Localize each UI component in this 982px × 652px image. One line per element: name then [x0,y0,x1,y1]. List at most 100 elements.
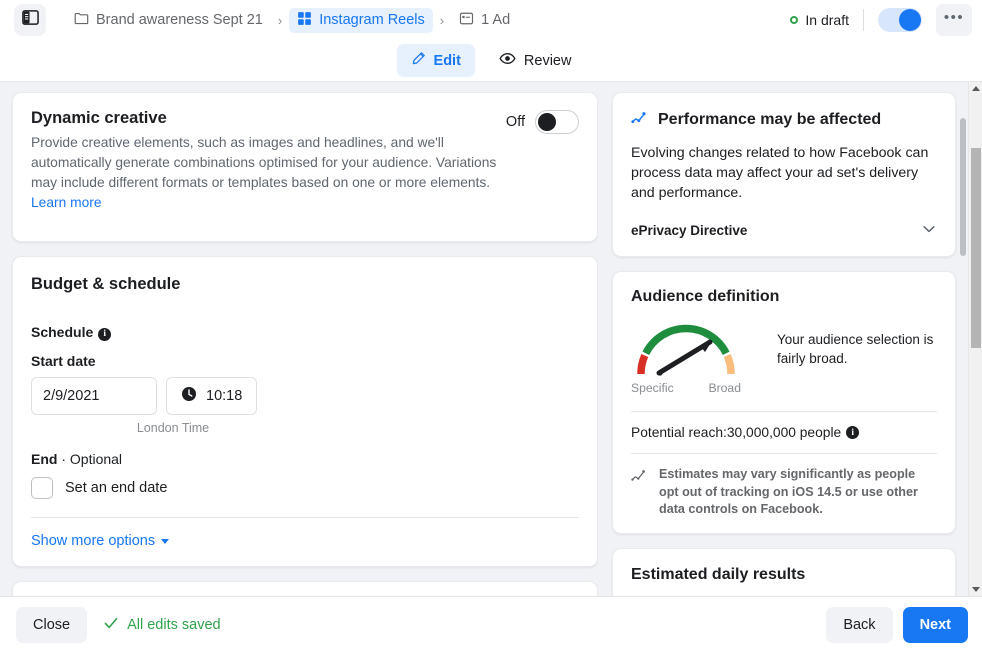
start-time-value: 10:18 [206,388,243,404]
estimated-daily-results-card: Estimated daily results [612,547,956,596]
ad-card-icon [459,11,474,30]
schedule-label: Schedule [31,324,94,340]
breadcrumb-item-campaign-label: Brand awareness Sept 21 [96,12,263,28]
show-more-options-button[interactable]: Show more options [31,533,170,549]
eprivacy-directive-label: ePrivacy Directive [631,223,748,238]
save-status-label: All edits saved [127,616,221,633]
clock-icon [181,386,197,406]
breadcrumb-item-ad[interactable]: 1 Ad [451,8,518,33]
breadcrumb-item-adset[interactable]: Instagram Reels [289,7,433,33]
breadcrumb-item-ad-label: 1 Ad [481,12,511,28]
top-bar: Brand awareness Sept 21 › Instagram Reel… [0,0,982,40]
grid-icon [297,11,312,30]
sidebar-panel-icon [21,9,39,31]
show-more-options-label: Show more options [31,533,156,549]
audience-card: Audience Define who you want to see your… [12,581,598,596]
footer-bar: Close All edits saved Back Next [0,596,982,652]
more-options-button[interactable]: ••• [936,4,972,36]
folder-icon [74,11,89,30]
performance-warning-body: Evolving changes related to how Facebook… [631,145,929,201]
chevron-down-icon [921,221,937,240]
tab-edit[interactable]: Edit [396,44,475,77]
schedule-info-icon[interactable]: i [98,327,112,341]
set-end-date-row[interactable]: Set an end date [31,477,579,499]
status-badge-label: In draft [805,12,849,28]
budget-schedule-card: Budget & schedule Schedule i Start date 2… [12,256,598,567]
tab-review[interactable]: Review [485,43,586,78]
performance-warning-title: Performance may be affected [658,111,882,128]
caret-down-icon [161,538,170,544]
eprivacy-directive-accordion[interactable]: ePrivacy Directive [631,221,937,240]
breadcrumb: Brand awareness Sept 21 › Instagram Reel… [66,7,518,33]
breadcrumb-separator: › [277,12,283,28]
divider [863,9,864,31]
tab-review-label: Review [523,52,572,69]
footer-actions: Back Next [826,606,968,643]
pencil-icon [411,51,426,70]
tab-edit-label: Edit [433,52,461,69]
status-dot-icon [790,16,799,24]
audience-definition-title: Audience definition [631,288,780,305]
view-tabs: Edit Review [0,40,982,82]
dynamic-creative-card: Dynamic creative Provide creative elemen… [12,92,598,242]
scroll-up-arrow-icon[interactable] [972,86,980,91]
dynamic-creative-learn-more-link[interactable]: Learn more [31,195,102,210]
status-badge: In draft [790,12,863,28]
adset-active-toggle[interactable] [878,8,922,32]
scroll-down-arrow-icon[interactable] [972,587,980,592]
left-column: Dynamic creative Provide creative elemen… [0,82,598,596]
estimated-daily-results-title: Estimated daily results [631,565,806,583]
divider [631,453,937,454]
dynamic-creative-toggle-label: Off [505,114,525,130]
next-button[interactable]: Next [902,606,968,643]
dynamic-creative-title: Dynamic creative [31,109,167,127]
breadcrumb-item-adset-label: Instagram Reels [319,12,425,28]
divider [31,517,579,518]
start-date-input[interactable]: 2/9/2021 [31,377,157,415]
dynamic-creative-description: Provide creative elements, such as image… [31,135,497,190]
breadcrumb-separator-2: › [439,12,445,28]
start-time-input[interactable]: 10:18 [166,377,258,415]
page-scrollbar-thumb[interactable] [971,148,981,348]
back-button[interactable]: Back [826,606,893,643]
more-options-icon: ••• [943,9,965,26]
divider [631,411,937,412]
potential-reach-info-icon[interactable]: i [846,426,860,439]
start-date-label: Start date [31,353,96,369]
line-chart-icon [631,466,649,489]
audience-definition-summary: Your audience selection is fairly broad. [777,332,934,366]
ads-manager-window: Brand awareness Sept 21 › Instagram Reel… [0,0,982,652]
main-content: Dynamic creative Provide creative elemen… [0,82,982,596]
potential-reach-label: Potential reach: [631,425,727,440]
sidebar-panel-toggle-button[interactable] [14,4,46,36]
timezone-note: London Time [136,421,210,435]
potential-reach-value: 30,000,000 people [726,425,842,440]
save-status: All edits saved [103,615,221,635]
audience-gauge: Specific Broad [631,316,741,395]
estimates-note-text: Estimates may vary significantly as peop… [659,467,918,516]
line-chart-icon [631,109,648,131]
set-end-date-checkbox[interactable] [31,477,53,499]
gauge-label-specific: Specific [631,381,674,395]
audience-definition-card: Audience definition Specific Broad Your … [612,271,956,534]
toggle-knob [899,9,921,31]
toggle-knob [538,113,556,131]
end-label: End [31,451,58,467]
right-column-scrollbar[interactable] [960,118,966,256]
budget-schedule-title: Budget & schedule [31,275,181,293]
dynamic-creative-toggle[interactable] [535,110,579,134]
performance-warning-card: Performance may be affected Evolving cha… [612,92,956,257]
set-end-date-label: Set an end date [65,480,168,496]
top-bar-right-controls: In draft ••• [790,4,972,36]
start-date-value: 2/9/2021 [43,388,100,404]
breadcrumb-item-campaign[interactable]: Brand awareness Sept 21 [66,8,271,33]
estimates-note: Estimates may vary significantly as peop… [631,466,937,519]
end-optional-label: · Optional [57,451,123,467]
eye-icon [499,50,516,71]
potential-reach: Potential reach: 30,000,000 people i [631,425,937,440]
page-scrollbar[interactable] [968,82,982,596]
check-icon [103,615,119,635]
right-column: Performance may be affected Evolving cha… [598,82,968,596]
close-button[interactable]: Close [16,606,88,643]
gauge-label-broad: Broad [708,381,741,395]
